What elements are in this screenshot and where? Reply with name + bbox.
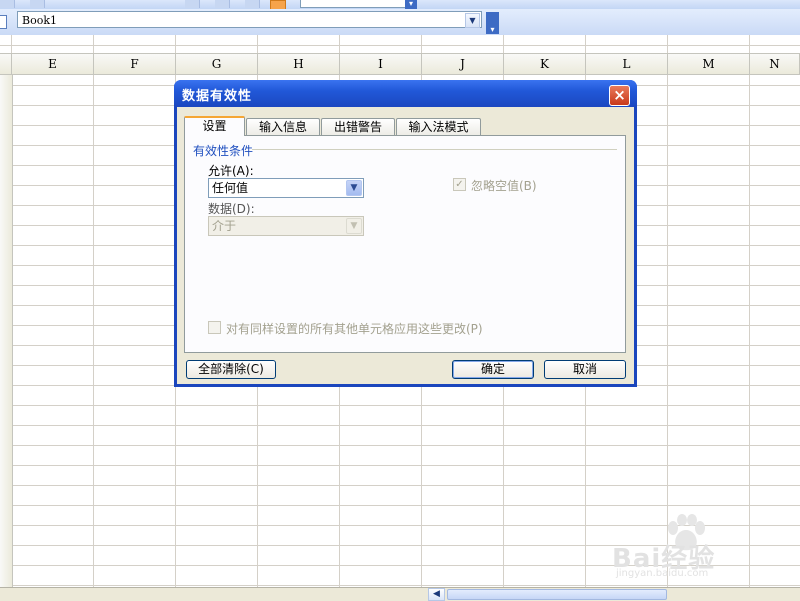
workbook-bar: Book1 ▼ ▾ xyxy=(0,9,800,36)
tab-label: 出错警告 xyxy=(333,120,382,134)
settings-panel: 有效性条件 允许(A): 任何值 ▼ 数据(D): 介于 ▼ ✓ 忽略空值(B)… xyxy=(184,135,626,353)
column-header[interactable]: J xyxy=(422,54,504,74)
chart-icon[interactable] xyxy=(245,0,260,8)
tab-input-message[interactable]: 输入信息 xyxy=(246,118,320,136)
status-scroll-bar: ◀ xyxy=(0,587,800,601)
column-header[interactable]: I xyxy=(340,54,422,74)
allow-label: 允许(A): xyxy=(208,164,254,178)
watermark-url: jingyan.baidu.com xyxy=(616,568,709,579)
row-headers[interactable] xyxy=(0,74,13,587)
toolbar-button[interactable] xyxy=(0,0,15,8)
column-header-row: E F G H I J K L M N xyxy=(0,53,800,75)
column-header[interactable]: H xyxy=(258,54,340,74)
zoom-field[interactable] xyxy=(300,0,406,8)
select-all-corner[interactable] xyxy=(0,54,12,74)
sort-descending-icon[interactable] xyxy=(215,0,230,8)
close-icon: × xyxy=(613,86,626,104)
data-label: 数据(D): xyxy=(208,202,255,216)
sheet-tabs-area[interactable] xyxy=(0,588,425,601)
close-button[interactable]: × xyxy=(609,85,630,106)
dialog-titlebar[interactable]: 数据有效性 × xyxy=(174,80,637,107)
section-divider xyxy=(252,149,617,150)
tab-label: 输入法模式 xyxy=(408,120,469,134)
column-header[interactable]: N xyxy=(750,54,800,74)
ignore-blank-checkbox: ✓ xyxy=(453,178,466,191)
apply-all-checkbox xyxy=(208,321,221,334)
chevron-down-icon[interactable]: ▼ xyxy=(465,13,480,28)
cancel-button[interactable]: 取消 xyxy=(544,360,626,379)
checkmark-icon: ✓ xyxy=(455,179,464,190)
column-header[interactable]: L xyxy=(586,54,668,74)
tab-error-alert[interactable]: 出错警告 xyxy=(321,118,395,136)
ignore-blank-label: 忽略空值(B) xyxy=(471,179,537,193)
column-header[interactable]: K xyxy=(504,54,586,74)
data-select: 介于 ▼ xyxy=(208,216,364,236)
chevron-down-icon[interactable]: ▼ xyxy=(346,180,362,196)
toolbar-options-icon[interactable]: ▾ xyxy=(486,12,499,34)
section-title: 有效性条件 xyxy=(193,144,254,158)
allow-value: 任何值 xyxy=(212,181,249,195)
column-header[interactable]: F xyxy=(94,54,176,74)
workbook-name: Book1 xyxy=(22,14,57,27)
watermark: Bai经验 jingyan.baidu.com xyxy=(612,510,762,580)
workbook-selector[interactable]: Book1 ▼ xyxy=(17,11,482,28)
dialog-body: 设置 输入信息 出错警告 输入法模式 有效性条件 允许(A): 任何值 ▼ 数据… xyxy=(177,107,634,384)
data-validation-dialog: 数据有效性 × 设置 输入信息 出错警告 输入法模式 有效性条件 允许(A): … xyxy=(174,80,637,387)
dialog-title: 数据有效性 xyxy=(182,89,253,104)
apply-all-label: 对有同样设置的所有其他单元格应用这些更改(P) xyxy=(226,322,483,336)
chevron-down-icon: ▼ xyxy=(346,218,362,234)
tab-settings[interactable]: 设置 xyxy=(184,116,245,136)
data-value: 介于 xyxy=(212,219,237,233)
workbook-icon xyxy=(0,15,7,29)
column-header[interactable]: M xyxy=(668,54,750,74)
ok-button[interactable]: 确定 xyxy=(452,360,534,379)
sort-ascending-icon[interactable] xyxy=(185,0,200,8)
column-header[interactable]: G xyxy=(176,54,258,74)
toolbar-button[interactable] xyxy=(30,0,45,8)
toolbar-options-icon[interactable]: ▾ xyxy=(405,0,417,9)
scroll-left-icon[interactable]: ◀ xyxy=(428,588,445,601)
horizontal-scrollbar-thumb[interactable] xyxy=(447,589,667,600)
tab-ime-mode[interactable]: 输入法模式 xyxy=(396,118,481,136)
tab-label: 设置 xyxy=(202,119,227,133)
tab-label: 输入信息 xyxy=(258,120,307,134)
clear-all-button[interactable]: 全部清除(C) xyxy=(186,360,276,379)
allow-select[interactable]: 任何值 ▼ xyxy=(208,178,364,198)
column-header[interactable]: E xyxy=(12,54,94,74)
